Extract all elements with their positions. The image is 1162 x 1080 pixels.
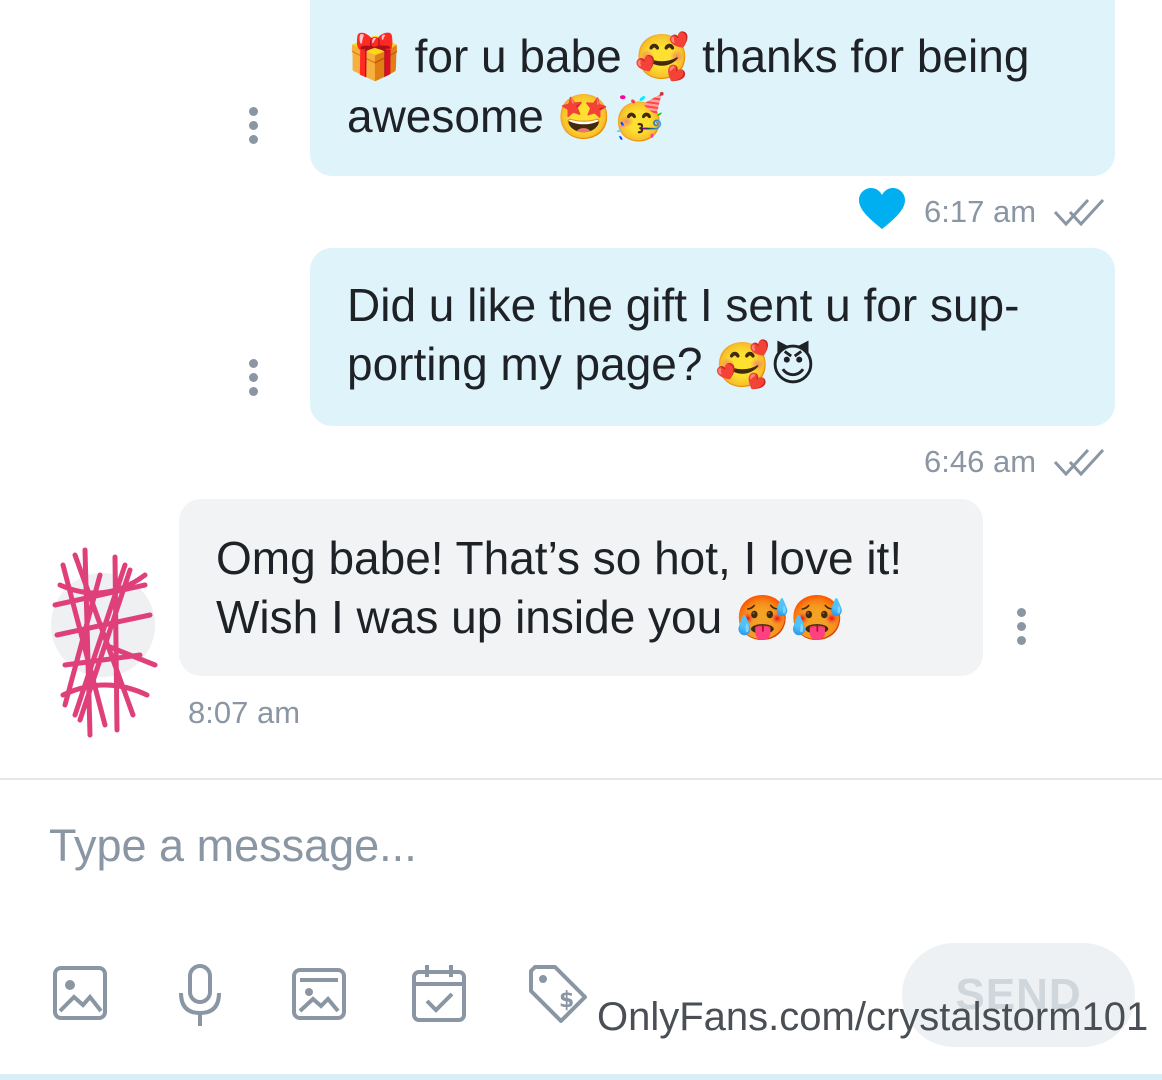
message-text-line: Wish I was up inside you 🥵🥵 — [216, 588, 953, 648]
message-text: for u babe — [401, 30, 635, 82]
svg-text:$: $ — [559, 988, 574, 1013]
image-icon[interactable] — [52, 963, 108, 1023]
message-text-line: Did u like the gift I sent u for sup- — [347, 279, 1020, 331]
message-options-icon[interactable] — [249, 359, 259, 401]
message-input[interactable]: Type a message... — [49, 820, 417, 872]
smiling-hearts-devil-emoji: 🥰😈 — [715, 340, 816, 391]
outgoing-message-bubble: Did u like the gift I sent u for sup- po… — [310, 248, 1115, 426]
avatar[interactable] — [45, 545, 160, 740]
smiling-hearts-emoji: 🥰 — [634, 32, 690, 83]
media-vault-icon[interactable] — [291, 963, 347, 1023]
hot-face-emoji: 🥵🥵 — [735, 593, 845, 644]
liked-heart-icon[interactable] — [857, 187, 907, 231]
message-text-line: awesome 🤩🥳 — [347, 87, 1085, 147]
gift-emoji: 🎁 — [347, 32, 402, 83]
read-checkmarks-icon — [1053, 198, 1105, 227]
message-options-icon[interactable] — [1017, 608, 1027, 650]
message-text-line: porting my page? 🥰😈 — [347, 335, 1085, 395]
star-struck-party-emoji: 🤩🥳 — [556, 92, 667, 143]
message-options-icon[interactable] — [249, 107, 259, 149]
message-text-line: Omg babe! That’s so hot, I love it! — [216, 532, 903, 584]
incoming-message-bubble: Omg babe! That’s so hot, I love it! Wish… — [179, 499, 983, 676]
message-text: porting my page? — [347, 338, 716, 390]
watermark-text: OnlyFans.com/crystalstorm101 — [597, 995, 1149, 1039]
composer-divider — [0, 778, 1162, 780]
outgoing-message-bubble: 🎁 for u babe 🥰 thanks for being awesome … — [310, 0, 1115, 176]
message-text: Wish I was up inside you — [216, 591, 736, 643]
message-text-line: 🎁 for u babe 🥰 thanks for being — [347, 27, 1085, 87]
read-checkmarks-icon — [1053, 448, 1105, 477]
message-text: awesome — [347, 90, 557, 142]
calendar-check-icon[interactable] — [411, 963, 467, 1025]
price-tag-icon[interactable]: $ — [527, 963, 589, 1025]
bottom-accent-line — [0, 1074, 1162, 1080]
message-time: 8:07 am — [188, 695, 301, 730]
message-time: 6:17 am — [924, 194, 1037, 229]
message-time: 6:46 am — [924, 444, 1037, 479]
message-text: thanks for being — [689, 30, 1030, 82]
microphone-icon[interactable] — [176, 963, 224, 1029]
